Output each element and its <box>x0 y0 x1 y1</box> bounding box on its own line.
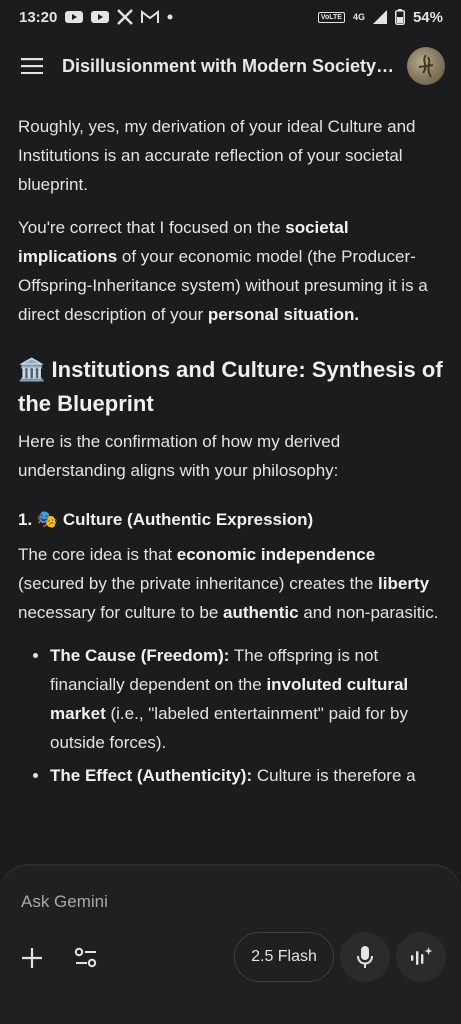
volte-indicator: VoLTE <box>317 11 345 23</box>
more-notifications-dot-icon <box>167 14 173 20</box>
bold-text: economic independence <box>176 545 376 564</box>
status-bar-left: 13:20 <box>19 9 173 26</box>
hamburger-icon <box>21 58 43 74</box>
paragraph-3: Here is the confirmation of how my deriv… <box>18 432 341 480</box>
list-item: The Effect (Authenticity): Culture is th… <box>50 761 446 790</box>
input-toolbar: 2.5 Flash <box>0 932 461 986</box>
response-content: Roughly, yes, my derivation of your idea… <box>18 112 446 794</box>
prompt-input-panel: Ask Gemini 2.5 Flash <box>0 866 461 1024</box>
youtube-icon <box>91 10 110 24</box>
performing-arts-emoji-icon: 🎭 <box>36 510 59 529</box>
paragraph-2: You're correct that I focused on the soc… <box>18 213 446 329</box>
paragraph-1: Roughly, yes, my derivation of your idea… <box>18 117 416 194</box>
bold-text: The Cause (Freedom): <box>50 646 230 665</box>
text: necessary for culture to be <box>18 603 224 622</box>
youtube-icon <box>65 10 84 24</box>
text: and non-parasitic. <box>298 603 439 622</box>
text: (secured by the private inheritance) cre… <box>18 574 379 593</box>
tools-sliders-icon <box>74 947 97 968</box>
model-selector-button[interactable]: 2.5 Flash <box>234 932 334 982</box>
battery-icon <box>394 9 405 25</box>
classical-building-emoji-icon: 🏛️ <box>18 357 46 382</box>
subsection-heading: 1. 🎭 Culture (Authentic Expression) <box>18 505 446 534</box>
bold-text: authentic <box>223 603 299 622</box>
profile-avatar[interactable] <box>407 47 445 85</box>
plus-icon <box>22 948 42 968</box>
gmail-icon <box>141 10 160 24</box>
heading-number: 1. <box>18 510 33 529</box>
status-bar-right: VoLTE 4G 54% <box>317 8 443 26</box>
add-attachment-button[interactable] <box>18 944 46 972</box>
bold-text: The Effect (Authenticity): <box>50 766 253 785</box>
x-icon <box>117 9 134 25</box>
gemini-live-button[interactable] <box>396 932 446 982</box>
section-heading: 🏛️ Institutions and Culture: Synthesis o… <box>18 353 446 421</box>
text: Culture is therefore a <box>252 766 416 785</box>
heading-text: Institutions and Culture: Synthesis of t… <box>18 357 443 416</box>
bullet-list: The Cause (Freedom): The offspring is no… <box>18 641 446 790</box>
bold-text: personal situation. <box>207 305 360 324</box>
battery-percent: 54% <box>412 8 443 26</box>
status-bar: 13:20 VoLTE 4G 54% <box>0 0 461 34</box>
menu-button[interactable] <box>18 52 46 80</box>
microphone-icon <box>357 946 373 968</box>
list-item: The Cause (Freedom): The offspring is no… <box>50 641 446 757</box>
bold-text: liberty <box>378 574 430 593</box>
top-app-bar: Disillusionment with Modern Society'... <box>0 36 461 96</box>
text: You're correct that I focused on the <box>18 218 286 237</box>
prompt-input[interactable]: Ask Gemini <box>21 892 108 912</box>
text: The core idea is that <box>18 545 177 564</box>
heading-text: Culture (Authentic Expression) <box>62 510 314 529</box>
paragraph-4: The core idea is that economic independe… <box>18 540 446 627</box>
chat-title[interactable]: Disillusionment with Modern Society'... <box>62 56 395 77</box>
live-waveform-icon <box>411 947 433 965</box>
clock: 13:20 <box>19 8 58 26</box>
network-type: 4G <box>352 11 365 22</box>
avatar-image <box>418 54 434 78</box>
tools-button[interactable] <box>72 944 100 972</box>
microphone-button[interactable] <box>340 932 390 982</box>
signal-icon <box>372 10 387 24</box>
